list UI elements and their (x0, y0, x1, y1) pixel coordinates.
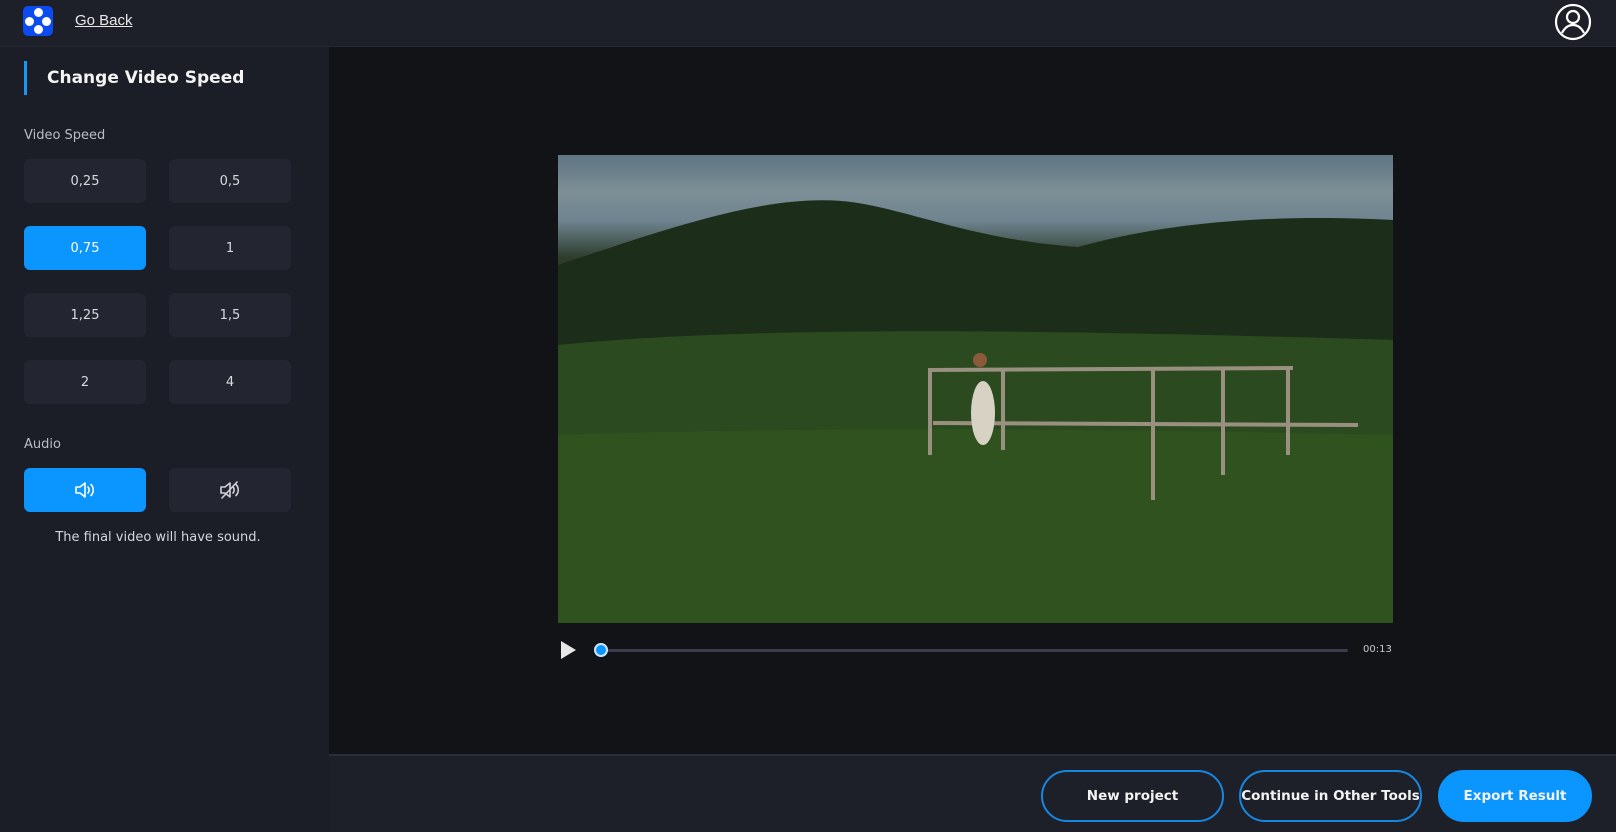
audio-label: Audio (24, 437, 61, 452)
speed-option-0-5[interactable]: 0,5 (169, 159, 291, 203)
export-result-button[interactable]: Export Result (1438, 770, 1592, 822)
panel-title: Change Video Speed (24, 61, 244, 95)
video-preview[interactable] (558, 155, 1393, 623)
duration: 00:13 (1363, 644, 1392, 655)
speed-option-0-25[interactable]: 0,25 (24, 159, 146, 203)
play-icon[interactable] (561, 641, 576, 659)
speed-option-4[interactable]: 4 (169, 360, 291, 404)
video-frame (558, 200, 1393, 623)
audio-note: The final video will have sound. (55, 530, 261, 545)
sidebar: Change Video Speed Video Speed 0,25 0,5 … (0, 47, 329, 832)
speed-option-0-75[interactable]: 0,75 (24, 226, 146, 270)
app-logo[interactable] (23, 6, 53, 36)
speaker-muted-icon (220, 481, 240, 499)
user-avatar-icon[interactable] (1553, 2, 1593, 42)
speed-option-2[interactable]: 2 (24, 360, 146, 404)
go-back-link[interactable]: Go Back (75, 12, 133, 29)
sound-on-button[interactable] (24, 468, 146, 512)
new-project-button[interactable]: New project (1041, 770, 1224, 822)
speaker-icon (75, 482, 95, 498)
speed-option-1[interactable]: 1 (169, 226, 291, 270)
seek-handle[interactable] (594, 643, 608, 657)
top-bar: Go Back (0, 0, 1616, 47)
mute-button[interactable] (169, 468, 291, 512)
speed-option-1-5[interactable]: 1,5 (169, 293, 291, 337)
video-speed-label: Video Speed (24, 128, 106, 143)
continue-other-tools-button[interactable]: Continue in Other Tools (1239, 770, 1422, 822)
player-controls: 00:13 (558, 640, 1393, 660)
seek-bar[interactable] (601, 649, 1348, 652)
speed-option-1-25[interactable]: 1,25 (24, 293, 146, 337)
bottom-bar: New project Continue in Other Tools Expo… (329, 754, 1616, 832)
